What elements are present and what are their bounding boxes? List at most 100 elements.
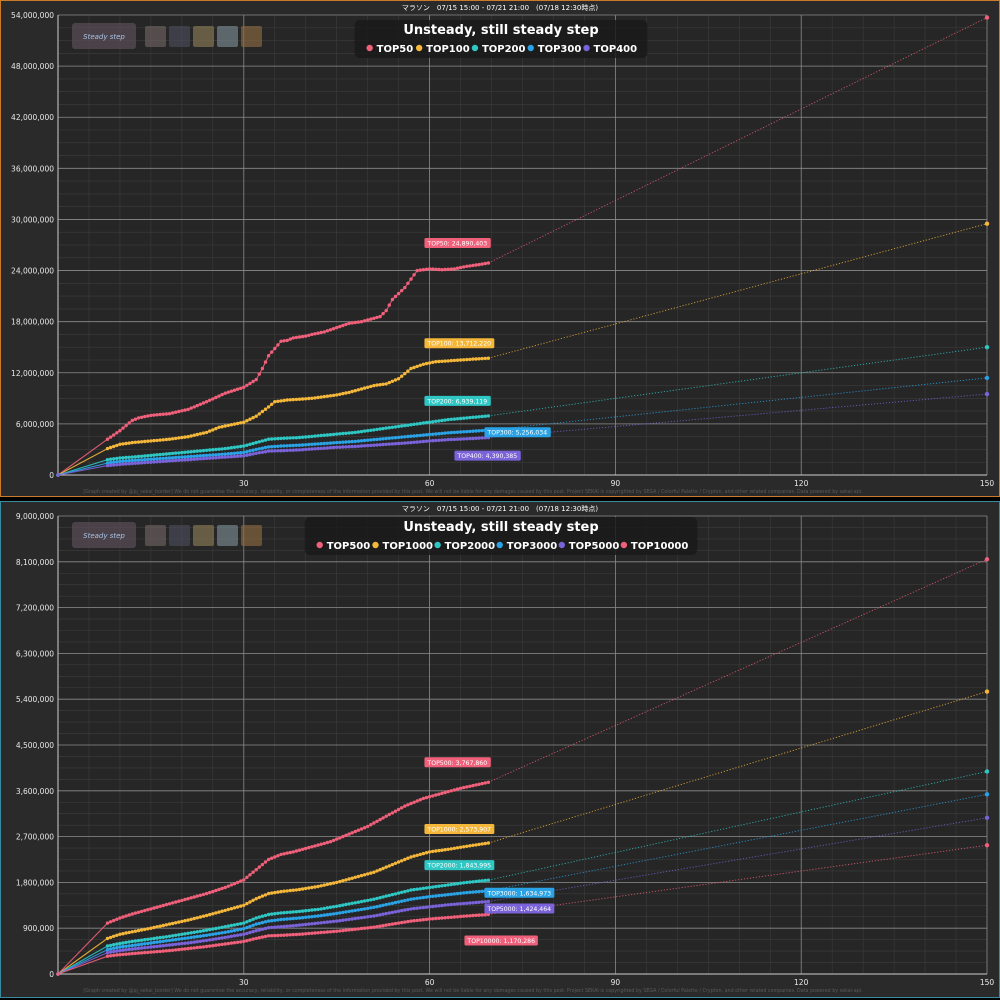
data-point xyxy=(406,441,410,445)
data-point xyxy=(174,900,178,904)
y-tick-label: 4,500,000 xyxy=(16,741,54,750)
data-point xyxy=(477,357,481,361)
legend-marker xyxy=(415,44,423,52)
data-point xyxy=(440,268,444,272)
legend-marker xyxy=(372,541,379,549)
data-point xyxy=(431,420,435,424)
data-point xyxy=(201,934,206,938)
data-point xyxy=(406,803,410,807)
data-point xyxy=(164,902,169,907)
data-point xyxy=(328,433,333,437)
data-point xyxy=(226,884,230,888)
data-point xyxy=(251,937,255,941)
data-point xyxy=(353,908,357,913)
data-point xyxy=(257,440,261,444)
data-point xyxy=(161,949,165,953)
data-point xyxy=(372,383,376,388)
data-point xyxy=(400,435,404,439)
data-point xyxy=(341,834,345,839)
data-point xyxy=(455,437,460,441)
data-point xyxy=(359,899,364,904)
data-point xyxy=(446,789,450,794)
data-point xyxy=(143,927,147,932)
data-point xyxy=(300,443,305,447)
data-point xyxy=(214,937,218,941)
data-point xyxy=(294,448,299,452)
data-point xyxy=(307,922,311,926)
data-point xyxy=(257,921,261,926)
callout-top300: TOP300: 5,256,034 xyxy=(484,427,551,438)
data-point xyxy=(406,281,410,285)
data-point xyxy=(291,397,295,402)
data-point xyxy=(195,940,199,944)
data-point xyxy=(254,922,258,926)
y-tick-label: 2,700,000 xyxy=(16,833,54,842)
data-point xyxy=(263,893,268,897)
data-point xyxy=(164,949,169,953)
data-point xyxy=(254,936,258,941)
data-point xyxy=(245,453,249,457)
data-point xyxy=(133,929,138,933)
data-point xyxy=(276,890,280,894)
data-point xyxy=(307,908,311,913)
data-point xyxy=(294,888,299,892)
data-point xyxy=(143,454,147,458)
data-point xyxy=(139,454,144,458)
data-point xyxy=(174,436,178,441)
data-point xyxy=(384,426,388,430)
data-point xyxy=(406,919,410,924)
y-tick-label: 9,000,000 xyxy=(16,512,54,521)
data-point xyxy=(362,444,367,448)
data-point xyxy=(248,900,252,904)
data-point xyxy=(480,913,484,917)
data-point xyxy=(313,931,317,935)
data-point xyxy=(322,841,326,846)
data-point xyxy=(266,891,271,896)
data-point xyxy=(384,894,388,898)
data-point xyxy=(192,940,196,944)
data-point xyxy=(431,432,435,436)
data-point xyxy=(174,451,178,455)
data-point xyxy=(211,912,215,916)
data-point xyxy=(180,455,184,459)
callout-top200: TOP200: 6,939,119 xyxy=(424,395,491,406)
data-point xyxy=(458,416,463,421)
data-point xyxy=(403,435,407,439)
data-point xyxy=(359,439,364,443)
data-point xyxy=(288,933,292,937)
data-point xyxy=(204,456,209,461)
data-point xyxy=(260,446,265,450)
callout-text: TOP10000: 1,170,286 xyxy=(466,938,535,945)
data-point xyxy=(462,881,466,885)
data-point xyxy=(390,862,395,867)
data-point xyxy=(118,948,122,953)
data-point xyxy=(384,865,388,869)
data-point xyxy=(316,331,320,335)
data-point xyxy=(229,455,234,459)
data-point xyxy=(316,434,320,438)
data-point xyxy=(105,921,110,925)
data-point xyxy=(285,448,289,453)
data-point xyxy=(415,422,419,426)
x-tick-label: 120 xyxy=(794,978,809,987)
data-point xyxy=(480,889,484,893)
data-point xyxy=(257,915,261,919)
data-point xyxy=(359,926,364,931)
data-point xyxy=(164,452,169,456)
data-point xyxy=(266,449,271,453)
data-point xyxy=(263,934,268,939)
data-point xyxy=(105,950,110,955)
data-point xyxy=(288,910,292,914)
data-point xyxy=(198,432,203,436)
data-point xyxy=(211,456,215,460)
data-point xyxy=(381,912,385,916)
data-point xyxy=(285,444,289,448)
data-point xyxy=(127,930,131,935)
data-point xyxy=(118,945,122,949)
x-tick-label: 60 xyxy=(425,978,435,987)
data-point xyxy=(263,920,268,924)
data-point xyxy=(223,885,227,890)
data-point xyxy=(239,922,243,926)
legend-marker xyxy=(316,541,323,549)
data-point xyxy=(214,932,218,936)
